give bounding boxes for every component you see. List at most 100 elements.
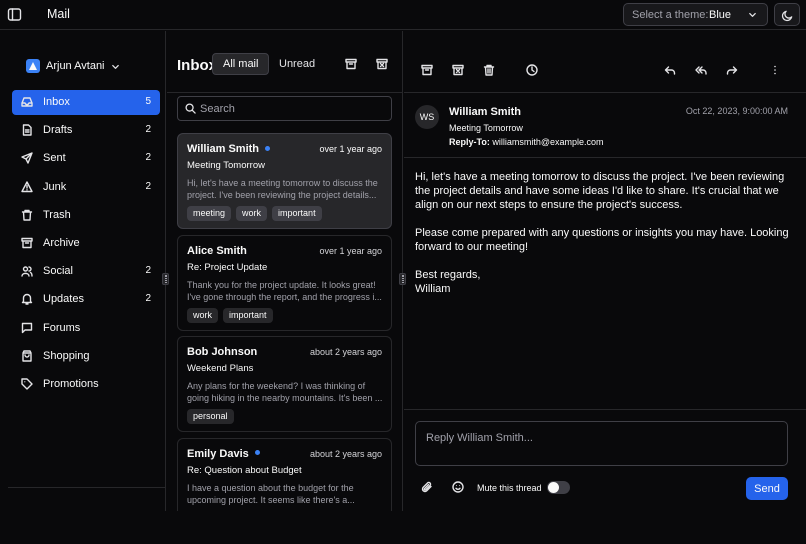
sidebar-item-count: 2 <box>145 265 151 277</box>
account-name: Arjun Avtani <box>46 60 105 72</box>
sidebar-item-label: Promotions <box>43 377 99 390</box>
mail-sender: Emily Davis <box>187 448 260 460</box>
tab-all-mail[interactable]: All mail <box>212 53 270 75</box>
search-input[interactable] <box>200 100 386 117</box>
mail-subject: Re: Project Update <box>187 261 268 273</box>
mail-item[interactable]: Emily Davis about 2 years ago Re: Questi… <box>177 437 392 511</box>
mail-list: William Smith over 1 year ago Meeting To… <box>177 133 392 511</box>
page-title: Inbox <box>177 57 217 74</box>
sidebar-item-promotions[interactable]: Promotions <box>12 372 160 397</box>
account-switcher[interactable]: Arjun Avtani <box>26 58 120 74</box>
mail-item[interactable]: Bob Johnson about 2 years ago Weekend Pl… <box>177 336 392 432</box>
message-body: Hi, let's have a meeting tomorrow to dis… <box>415 170 795 310</box>
top-bar: Mail Select a theme: Blue <box>0 0 806 30</box>
trash-icon[interactable] <box>483 64 495 76</box>
paperclip-icon[interactable] <box>421 481 433 493</box>
tag-badge: important <box>272 206 322 221</box>
mail-preview: I have a question about the budget for t… <box>187 482 355 505</box>
theme-select[interactable]: Select a theme: Blue <box>623 3 768 26</box>
archive-x-icon[interactable] <box>376 58 388 70</box>
reading-pane: WS William Smith Meeting Tomorrow Reply-… <box>404 31 806 511</box>
mail-tags: work budget <box>187 510 263 511</box>
mail-sender-name: Alice Smith <box>187 244 247 257</box>
mail-preview: Any plans for the weekend? I was thinkin… <box>187 381 383 403</box>
avatar: WS <box>415 105 439 129</box>
sidebar-item-label: Drafts <box>43 124 73 137</box>
mail-tags: personal <box>187 409 234 424</box>
sidebar-item-forums[interactable]: Forums <box>12 316 160 341</box>
sidebar-item-sent[interactable]: Sent 2 <box>12 146 160 171</box>
tag-badge: budget <box>223 510 263 511</box>
smile-icon[interactable] <box>452 481 464 493</box>
tag-badge: work <box>187 307 219 323</box>
search-box[interactable] <box>177 96 392 121</box>
sidebar-item-trash[interactable]: Trash <box>12 203 160 228</box>
theme-select-value: Blue <box>709 9 732 21</box>
message-toolbar <box>404 31 806 93</box>
mail-subject: Meeting Tomorrow <box>187 160 265 171</box>
sidebar-item-shopping[interactable]: Shopping <box>12 344 160 369</box>
mail-time: over 1 year ago <box>319 245 382 256</box>
tag-badge: work <box>187 510 219 511</box>
sidebar-item-count: 5 <box>145 96 151 107</box>
sidebar-item-archive[interactable]: Archive <box>12 231 160 256</box>
toggle-knob <box>548 482 559 493</box>
sidebar-item-social[interactable]: Social 2 <box>12 259 160 284</box>
mail-preview: Thank you for the project update. It loo… <box>187 279 382 302</box>
reply-all-icon[interactable] <box>695 64 707 76</box>
sidebar-toggle-icon[interactable] <box>7 7 22 22</box>
sidebar-item-label: Archive <box>43 236 80 249</box>
tag-badge: work <box>236 206 268 221</box>
sidebar-item-drafts[interactable]: Drafts 2 <box>12 118 160 143</box>
divider <box>8 487 165 488</box>
forward-icon[interactable] <box>726 64 738 76</box>
account-logo-icon <box>26 59 40 73</box>
reply-to-label: Reply-To: <box>449 137 490 147</box>
mail-time: about 2 years ago <box>309 448 382 459</box>
message-sender: William Smith <box>449 106 522 118</box>
archive-icon[interactable] <box>421 64 433 76</box>
more-vertical-icon[interactable] <box>769 64 781 76</box>
sidebar-item-label: Social <box>43 265 73 278</box>
sidebar-item-label: Sent <box>43 152 66 165</box>
archive-icon[interactable] <box>345 58 357 70</box>
moon-icon <box>781 10 793 22</box>
file-icon <box>21 124 33 136</box>
mail-item[interactable]: Alice Smith over 1 year ago Re: Project … <box>177 234 392 331</box>
sidebar-item-label: Trash <box>43 208 71 221</box>
sidebar-item-inbox[interactable]: Inbox 5 <box>12 90 160 115</box>
archive-x-icon[interactable] <box>452 64 464 76</box>
message-paragraph: Best regards, William <box>415 269 481 295</box>
search-icon <box>185 103 196 114</box>
sidebar-item-count: 2 <box>145 152 151 164</box>
mail-sender-name: William Smith <box>187 143 260 155</box>
clock-icon[interactable] <box>526 64 538 76</box>
sidebar-item-label: Shopping <box>43 349 90 362</box>
sidebar-item-junk[interactable]: Junk 2 <box>12 175 160 200</box>
theme-select-label: Select a theme: <box>632 9 709 21</box>
message-paragraph: Hi, let's have a meeting tomorrow to dis… <box>415 171 785 211</box>
sidebar-item-count: 2 <box>145 124 151 136</box>
mute-thread-label: Mute this thread <box>477 483 542 493</box>
message-paragraph: Please come prepared with any questions … <box>415 227 789 253</box>
mail-item[interactable]: William Smith over 1 year ago Meeting To… <box>177 133 392 229</box>
trash-icon <box>21 209 33 221</box>
mute-thread-toggle[interactable] <box>547 481 570 494</box>
app-title: Mail <box>47 7 70 21</box>
reply-input[interactable] <box>415 421 788 466</box>
mail-list-header: Inbox All mail Unread <box>167 31 402 93</box>
sidebar-item-updates[interactable]: Updates 2 <box>12 287 160 312</box>
dark-mode-button[interactable] <box>774 3 800 26</box>
send-icon <box>21 152 33 165</box>
send-button[interactable]: Send <box>746 477 788 500</box>
inbox-icon <box>21 96 33 108</box>
sidebar-item-label: Junk <box>43 180 67 193</box>
reply-icon[interactable] <box>664 64 676 76</box>
reply-composer: Mute this thread Send <box>404 409 806 511</box>
sidebar-item-count: 2 <box>145 293 151 305</box>
tag-badge: personal <box>187 409 234 424</box>
mail-tags: meeting work important <box>187 206 322 221</box>
mail-time: about 2 years ago <box>309 347 382 357</box>
tab-unread[interactable]: Unread <box>269 53 325 75</box>
message-subject: Meeting Tomorrow <box>449 123 523 133</box>
